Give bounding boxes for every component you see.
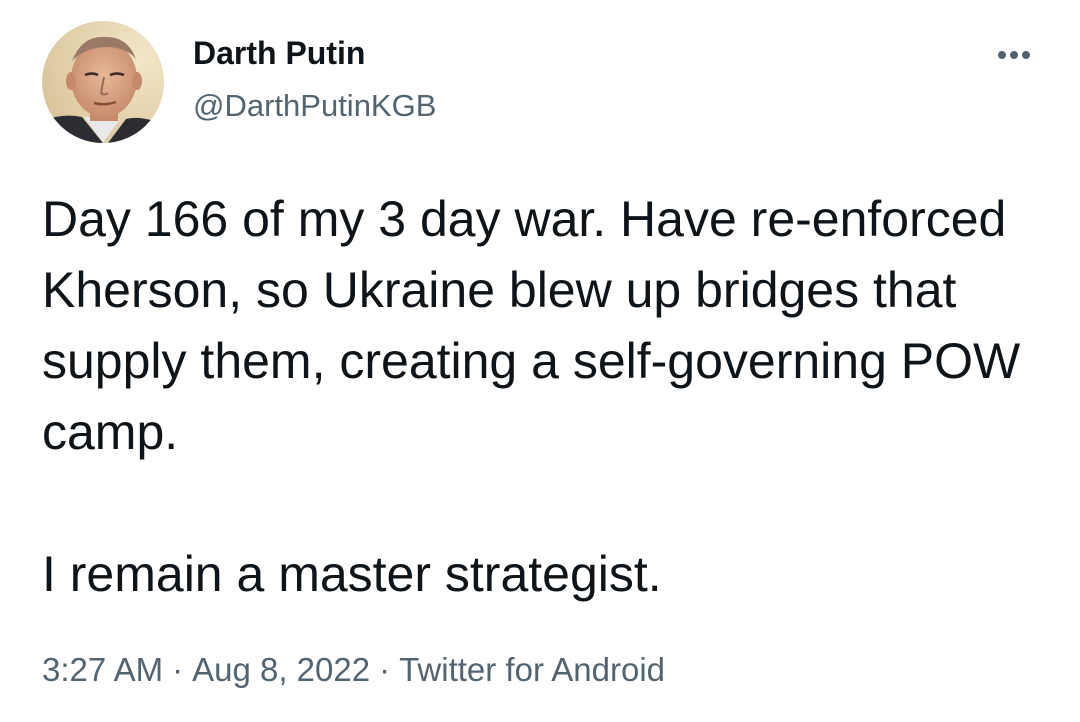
tweet-paragraph: I remain a master strategist.: [42, 546, 662, 602]
meta-separator: ·: [172, 651, 184, 688]
tweet-card: Darth Putin @DarthPutinKGB Day 166 of my…: [0, 0, 1080, 722]
more-horizontal-icon: [998, 51, 1030, 59]
tweet-text: Day 166 of my 3 day war. Have re-enforce…: [42, 184, 1052, 610]
more-options-button[interactable]: [990, 40, 1038, 70]
tweet-paragraph: Day 166 of my 3 day war. Have re-enforce…: [42, 191, 1021, 460]
tweet-source[interactable]: Twitter for Android: [399, 651, 665, 688]
tweet-date[interactable]: Aug 8, 2022: [192, 651, 370, 688]
tweet-metadata: 3:27 AM · Aug 8, 2022 · Twitter for Android: [42, 648, 665, 692]
meta-separator: ·: [379, 651, 391, 688]
author-display-name[interactable]: Darth Putin: [193, 33, 365, 73]
tweet-time[interactable]: 3:27 AM: [42, 651, 163, 688]
avatar-image: [42, 21, 164, 143]
author-handle[interactable]: @DarthPutinKGB: [193, 86, 436, 126]
author-avatar[interactable]: [42, 21, 164, 143]
